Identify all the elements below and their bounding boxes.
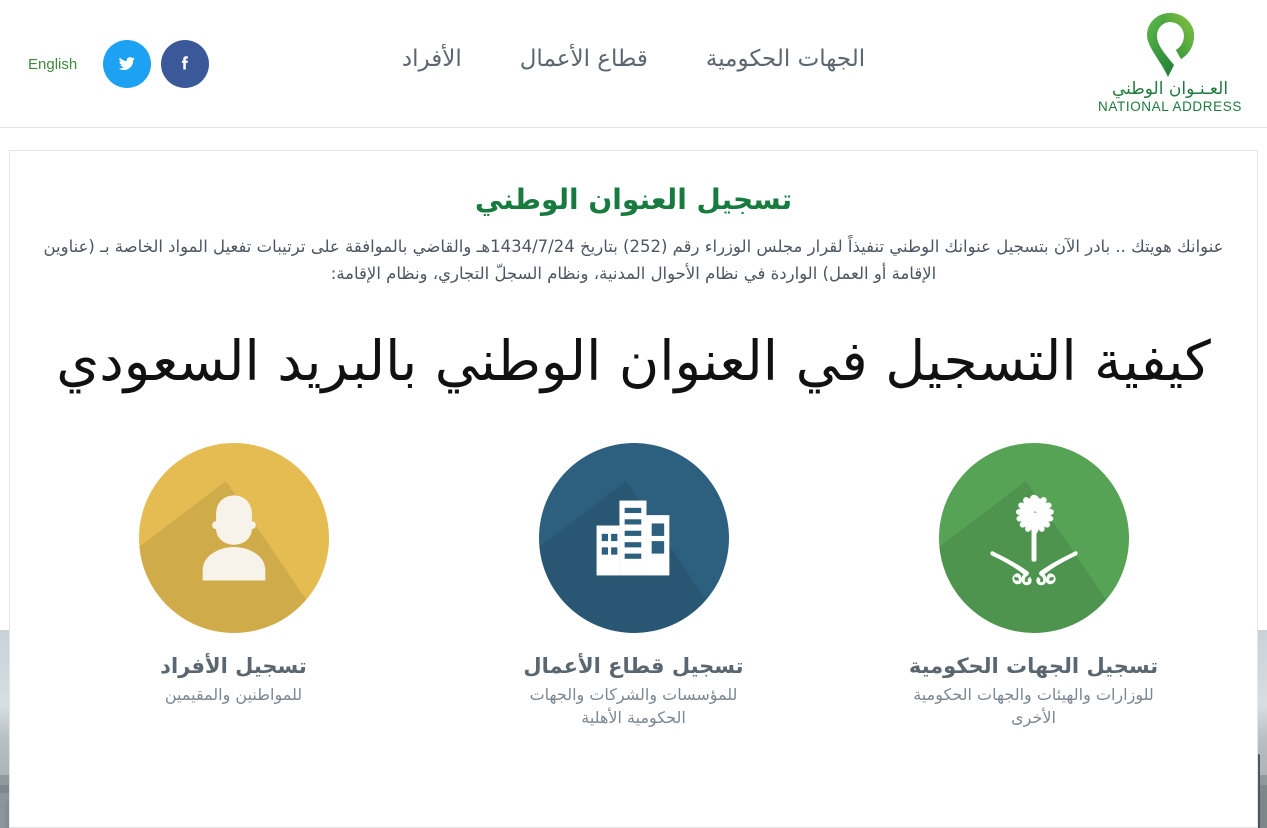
card-title: تسجيل الجهات الحكومية <box>908 654 1159 678</box>
card-title: تسجيل الأفراد <box>160 654 307 678</box>
site-header: English الجهات الحكومية قطاع الأعمال الأ… <box>0 0 1267 128</box>
intro-paragraph: عنوانك هويتك .. بادر الآن بتسجيل عنوانك … <box>43 237 1224 283</box>
card-subtitle: للوزارات والهيئات والجهات الحكومية الأخر… <box>913 685 1154 727</box>
main-navigation: الجهات الحكومية قطاع الأعمال الأفراد <box>0 46 1267 74</box>
page-headline: كيفية التسجيل في العنوان الوطني بالبريد … <box>56 329 1211 394</box>
card-business-registration[interactable]: تسجيل قطاع الأعمال للمؤسسات والشركات وال… <box>509 443 759 730</box>
card-icon-circle <box>138 443 329 633</box>
nav-item-business[interactable]: قطاع الأعمال <box>520 46 648 74</box>
card-icon-circle <box>538 443 729 633</box>
nav-item-government[interactable]: الجهات الحكومية <box>706 46 865 74</box>
main-content-panel: تسجيل العنوان الوطني عنوانك هويتك .. باد… <box>9 150 1258 828</box>
card-subtitle: للمؤسسات والشركات والجهات الحكومية الأهل… <box>529 685 738 727</box>
card-subtitle: للمواطنين والمقيمين <box>164 685 303 705</box>
saudi-emblem-icon <box>989 494 1078 586</box>
nav-item-individuals[interactable]: الأفراد <box>402 46 462 74</box>
map-pin-icon <box>1147 13 1194 77</box>
card-icon-circle <box>938 443 1129 633</box>
person-icon <box>202 495 265 581</box>
card-government-registration[interactable]: تسجيل الجهات الحكومية للوزارات والهيئات … <box>909 443 1159 730</box>
site-logo[interactable]: العـنـوان الوطني NATIONAL ADDRESS <box>1095 10 1245 115</box>
logo-text-arabic: العـنـوان الوطني <box>1111 79 1229 99</box>
registration-cards: تسجيل الجهات الحكومية للوزارات والهيئات … <box>10 443 1257 730</box>
card-title: تسجيل قطاع الأعمال <box>523 654 744 678</box>
card-individuals-registration[interactable]: تسجيل الأفراد للمواطنين والمقيمين <box>109 443 359 730</box>
logo-text-english: NATIONAL ADDRESS <box>1098 98 1242 114</box>
page-title: تسجيل العنوان الوطني <box>474 183 793 216</box>
buildings-icon <box>596 500 669 576</box>
